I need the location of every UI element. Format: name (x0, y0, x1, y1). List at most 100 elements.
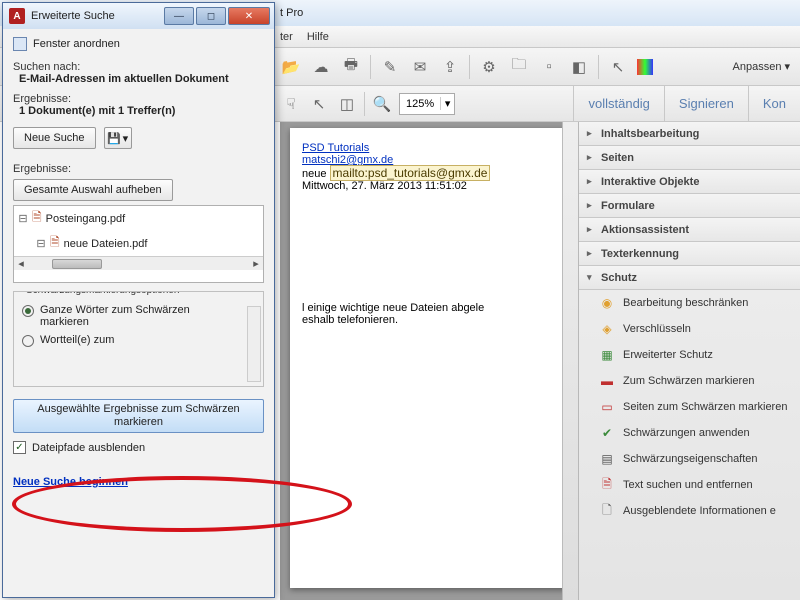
shield-icon: ◉ (599, 295, 615, 311)
separator (469, 55, 470, 79)
rainbow-icon[interactable] (637, 59, 653, 75)
new-search-link[interactable]: Neue Suche beginnen (13, 476, 128, 488)
tab-vollstaendig[interactable]: vollständig (573, 86, 663, 122)
separator (364, 92, 365, 116)
section-seiten[interactable]: ▸Seiten (579, 146, 800, 170)
scroll-left-icon[interactable]: ◂ (14, 257, 28, 270)
tab-signieren[interactable]: Signieren (664, 86, 748, 122)
label-ergebnisse2: Ergebnisse: (13, 163, 264, 175)
results-tree[interactable]: ⊟ 🗎 Posteingang.pdf ⊟ 🗎 neue Dateien.pdf… (13, 205, 264, 283)
maximize-button[interactable]: ◻ (196, 7, 226, 25)
marquee-icon[interactable]: ◫ (336, 93, 358, 115)
tab-kommentar[interactable]: Kon (748, 86, 800, 122)
section-interaktiv[interactable]: ▸Interaktive Objekte (579, 170, 800, 194)
new-search-button[interactable]: Neue Suche (13, 127, 96, 149)
item-text-suchen[interactable]: 🗎Text suchen und entfernen (579, 472, 800, 498)
doc-body: eshalb telefonieren. (302, 314, 568, 326)
chevron-right-icon: ▸ (587, 224, 595, 235)
acrobat-icon: A (9, 8, 25, 24)
dialog-titlebar[interactable]: A Erweiterte Suche — ◻ ✕ (3, 3, 274, 29)
document-page: PSD Tutorials matschi2@gmx.de neue mailt… (290, 128, 578, 588)
item-ausgeblendet[interactable]: 🗋Ausgeblendete Informationen e (579, 498, 800, 524)
radio-word-parts[interactable]: Wortteil(e) zum (22, 334, 255, 347)
vertical-scrollbar[interactable] (562, 122, 578, 600)
radio-whole-words[interactable]: Ganze Wörter zum Schwärzen markieren (22, 304, 255, 328)
open-icon[interactable]: 📂 (280, 56, 302, 78)
hide-paths-checkbox[interactable]: ✓ Dateipfade ausblenden (13, 441, 264, 454)
chevron-down-icon: ▾ (587, 272, 595, 283)
edit-icon[interactable]: ✎ (379, 56, 401, 78)
properties-icon: ▤ (599, 451, 615, 467)
main-title: t Pro (280, 7, 303, 19)
section-aktionen[interactable]: ▸Aktionsassistent (579, 218, 800, 242)
folder-icon[interactable]: 🗀 (508, 56, 530, 78)
page-icon[interactable]: ▫ (538, 56, 560, 78)
chevron-right-icon: ▸ (587, 176, 595, 187)
zoom-combo[interactable]: 125% ▾ (399, 93, 455, 115)
gear-icon[interactable]: ⚙ (478, 56, 500, 78)
item-anwenden[interactable]: ✔Schwärzungen anwenden (579, 420, 800, 446)
select-icon[interactable]: ↖ (308, 93, 330, 115)
print-icon[interactable]: 🖶 (340, 56, 362, 78)
tree-collapse-icon[interactable]: ⊟ (18, 212, 28, 225)
checkbox-icon: ✓ (13, 441, 26, 454)
item-verschluesseln[interactable]: ◈Verschlüsseln (579, 316, 800, 342)
mark-for-redaction-button[interactable]: Ausgewählte Ergebnisse zum Schwärzen mar… (13, 399, 264, 433)
deselect-all-button[interactable]: Gesamte Auswahl aufheben (13, 179, 173, 201)
horizontal-scrollbar[interactable]: ◂ ▸ (14, 256, 263, 270)
zoom-icon[interactable]: 🔍 (371, 93, 393, 115)
item-erweitert[interactable]: ▦Erweiterter Schutz (579, 342, 800, 368)
chevron-right-icon: ▸ (587, 200, 595, 211)
item-seiten-markieren[interactable]: ▭Seiten zum Schwärzen markieren (579, 394, 800, 420)
item-bearbeitung[interactable]: ◉Bearbeitung beschränken (579, 290, 800, 316)
redact-pages-icon: ▭ (599, 399, 615, 415)
chevron-down-icon: ▾ (123, 132, 129, 145)
hidden-info-icon: 🗋 (599, 503, 615, 519)
chevron-right-icon: ▸ (587, 152, 595, 163)
result-file[interactable]: ⊟ 🗎 Posteingang.pdf (14, 206, 263, 231)
group-scrollbar[interactable] (247, 306, 261, 382)
pointer-icon[interactable]: ↖ (607, 56, 629, 78)
item-markieren[interactable]: ▬Zum Schwärzen markieren (579, 368, 800, 394)
search-dialog: A Erweiterte Suche — ◻ ✕ Fenster anordne… (2, 2, 275, 598)
section-schutz[interactable]: ▾Schutz (579, 266, 800, 290)
result-file[interactable]: ⊟ 🗎 neue Dateien.pdf (14, 231, 263, 256)
minimize-button[interactable]: — (164, 7, 194, 25)
section-inhalt[interactable]: ▸Inhaltsbearbeitung (579, 122, 800, 146)
search-target: E-Mail-Adressen im aktuellen Dokument (13, 73, 264, 85)
page2-icon[interactable]: ◧ (568, 56, 590, 78)
item-eigenschaften[interactable]: ▤Schwärzungseigenschaften (579, 446, 800, 472)
scroll-thumb[interactable] (52, 259, 102, 269)
separator (370, 55, 371, 79)
shield-plus-icon: ▦ (599, 347, 615, 363)
group-legend: Schwärzungsmarkierungsoptionen (22, 291, 183, 296)
results-summary: 1 Dokument(e) mit 1 Treffer(n) (13, 105, 264, 117)
customize-button[interactable]: Anpassen▾ (733, 60, 790, 73)
section-formulare[interactable]: ▸Formulare (579, 194, 800, 218)
disk-icon: 💾 (107, 132, 121, 145)
save-button[interactable]: 💾▾ (104, 127, 132, 149)
radio-icon (22, 305, 34, 317)
scroll-right-icon[interactable]: ▸ (249, 257, 263, 270)
share-icon[interactable]: ⇪ (439, 56, 461, 78)
doc-date: Mittwoch, 27. März 2013 11:51:02 (302, 180, 568, 192)
cloud-icon[interactable]: ☁ (310, 56, 332, 78)
menu-item[interactable]: Hilfe (307, 31, 329, 43)
close-button[interactable]: ✕ (228, 7, 270, 25)
mailto-tooltip: mailto:psd_tutorials@gmx.de (330, 165, 491, 181)
pdf-icon: 🗎 (32, 208, 42, 229)
apply-icon: ✔ (599, 425, 615, 441)
document-viewport: PSD Tutorials matschi2@gmx.de neue mailt… (280, 122, 578, 600)
doc-link-psd[interactable]: PSD Tutorials (302, 142, 369, 154)
section-texterk[interactable]: ▸Texterkennung (579, 242, 800, 266)
tools-panel: ▸Inhaltsbearbeitung ▸Seiten ▸Interaktive… (578, 122, 800, 600)
arrange-windows[interactable]: Fenster anordnen (13, 37, 264, 51)
radio-icon (22, 335, 34, 347)
menu-item[interactable]: ter (280, 31, 293, 43)
pdf-icon: 🗎 (50, 233, 60, 254)
mail-icon[interactable]: ✉ (409, 56, 431, 78)
doc-text: neue (302, 168, 326, 180)
chevron-right-icon: ▸ (587, 248, 595, 259)
hand-icon[interactable]: ☟ (280, 93, 302, 115)
tree-collapse-icon[interactable]: ⊟ (36, 237, 46, 250)
